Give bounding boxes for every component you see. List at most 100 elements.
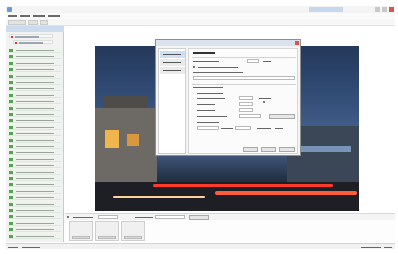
lit-window [105, 130, 119, 148]
divider [192, 84, 296, 85]
toolbar-button[interactable] [28, 20, 38, 25]
camera-row[interactable] [8, 227, 61, 233]
camera-row[interactable] [8, 137, 61, 143]
camera-row[interactable] [8, 169, 61, 175]
dialog-nav-item[interactable] [160, 51, 185, 58]
select-dropdown[interactable] [98, 215, 118, 219]
menu-item[interactable] [8, 15, 17, 17]
thumbnail[interactable] [69, 221, 93, 241]
camera-online-icon [9, 196, 13, 200]
camera-online-icon [9, 221, 13, 225]
dialog-nav-item[interactable] [160, 59, 185, 66]
numeric-field[interactable] [235, 126, 251, 130]
camera-online-icon [9, 170, 13, 174]
thumbnail-button[interactable] [72, 236, 90, 239]
camera-row[interactable] [8, 54, 61, 60]
camera-online-icon [9, 151, 13, 155]
camera-row[interactable] [8, 80, 61, 85]
toolbar-button[interactable] [40, 20, 48, 25]
camera-row[interactable] [8, 201, 61, 207]
camera-row[interactable] [8, 208, 61, 213]
field-label [197, 98, 225, 99]
maximize-icon[interactable] [382, 7, 387, 12]
camera-row[interactable] [8, 233, 61, 239]
field-label [193, 72, 243, 73]
camera-row-label [16, 222, 54, 224]
checkbox[interactable] [193, 66, 195, 68]
app-icon [7, 7, 12, 12]
camera-online-icon [9, 55, 13, 59]
camera-row[interactable] [8, 163, 61, 169]
checkbox[interactable] [263, 101, 265, 103]
tree-node-server[interactable] [13, 40, 53, 44]
cancel-button[interactable] [261, 147, 276, 152]
camera-row[interactable] [8, 220, 61, 226]
camera-row[interactable] [8, 92, 61, 98]
text-input[interactable] [239, 96, 253, 100]
camera-row-label [16, 235, 54, 237]
camera-row[interactable] [8, 214, 61, 220]
camera-row[interactable] [8, 118, 61, 124]
camera-row[interactable] [8, 176, 61, 181]
camera-row[interactable] [8, 156, 61, 162]
text-input[interactable] [239, 102, 253, 106]
camera-row[interactable] [8, 112, 61, 117]
test-button[interactable] [269, 114, 295, 119]
camera-row[interactable] [8, 60, 61, 66]
status-text [8, 247, 18, 248]
camera-online-icon [9, 215, 13, 219]
camera-row[interactable] [8, 48, 61, 53]
control-label [73, 217, 93, 218]
ok-button[interactable] [243, 147, 258, 152]
numeric-field[interactable] [247, 59, 259, 63]
section-heading [193, 52, 215, 54]
text-input[interactable] [239, 108, 253, 112]
camera-row[interactable] [8, 124, 61, 130]
camera-online-icon [9, 125, 13, 129]
camera-row[interactable] [8, 131, 61, 137]
camera-row[interactable] [8, 73, 61, 79]
dialog-close-icon[interactable] [295, 41, 299, 45]
select-dropdown[interactable] [197, 126, 219, 130]
close-icon[interactable] [389, 7, 394, 12]
camera-row[interactable] [8, 182, 61, 188]
camera-row[interactable] [8, 188, 61, 194]
camera-row[interactable] [8, 150, 61, 156]
camera-online-icon [9, 74, 13, 78]
camera-row[interactable] [8, 99, 61, 105]
thumbnail-button[interactable] [124, 236, 142, 239]
camera-row-label [16, 203, 54, 205]
dialog-nav-item[interactable] [160, 67, 185, 74]
camera-row-label [16, 152, 54, 154]
select-dropdown[interactable] [155, 215, 185, 219]
camera-row-label [16, 158, 54, 160]
camera-row[interactable] [8, 195, 61, 201]
menu-item[interactable] [33, 15, 45, 17]
camera-row-label [16, 133, 54, 135]
field-label [257, 128, 271, 129]
camera-row[interactable] [8, 86, 61, 92]
camera-online-icon [9, 87, 13, 91]
checkbox[interactable] [67, 216, 69, 218]
password-input[interactable] [239, 114, 261, 118]
text-input[interactable] [193, 76, 295, 80]
camera-online-icon [9, 145, 13, 148]
camera-row[interactable] [8, 67, 61, 73]
camera-row-label [16, 101, 54, 103]
toolbar-button[interactable] [8, 20, 26, 25]
status-text [361, 247, 381, 248]
thumbnail[interactable] [95, 221, 119, 241]
thumbnail[interactable] [121, 221, 145, 241]
camera-row[interactable] [8, 105, 61, 111]
tree-node-server[interactable] [9, 34, 53, 38]
main-view-area [65, 26, 395, 216]
apply-button[interactable] [279, 147, 295, 152]
menu-item[interactable] [48, 15, 60, 17]
thumbnail-button[interactable] [98, 236, 116, 239]
status-dot-icon [15, 42, 17, 44]
menu-item[interactable] [20, 15, 30, 17]
minimize-icon[interactable] [375, 7, 380, 12]
camera-row[interactable] [8, 144, 61, 149]
camera-online-icon [9, 132, 13, 136]
camera-row-label [16, 75, 54, 77]
